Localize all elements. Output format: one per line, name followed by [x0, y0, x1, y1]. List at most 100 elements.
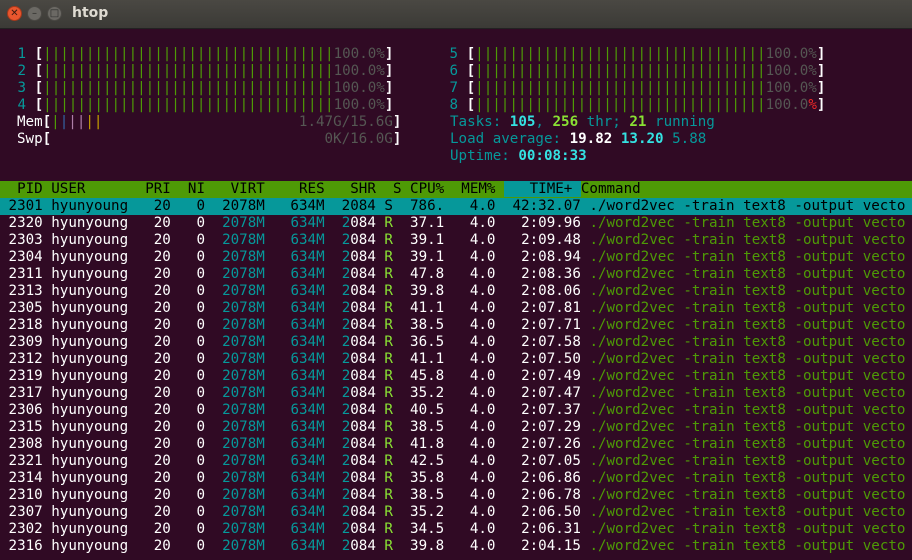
process-row[interactable]: 2316 hyunyoung 20 0 2078M 634M 2084 R 39…: [0, 538, 912, 555]
process-mem: 4.0: [452, 402, 505, 418]
cpu-id: 5: [441, 46, 467, 62]
process-row[interactable]: 2311 hyunyoung 20 0 2078M 634M 2084 R 47…: [0, 266, 912, 283]
cpu-bar: ||||||||||||||||||||||||||||||||||: [475, 63, 766, 79]
process-table-header[interactable]: PID USER PRI NI VIRT RES SHR S CPU% MEM%…: [0, 181, 912, 198]
process-nice: 0: [179, 487, 214, 503]
process-state: R: [384, 538, 402, 554]
cpu-meter-4: 4 [||||||||||||||||||||||||||||||||||100…: [9, 97, 394, 113]
process-time: 2:04.15: [504, 538, 590, 554]
process-state: R: [384, 317, 402, 333]
process-mem: 4.0: [452, 385, 505, 401]
process-pid: 2310: [0, 487, 52, 503]
process-command: ./word2vec -train text8 -output vecto: [589, 487, 906, 503]
process-row[interactable]: 2318 hyunyoung 20 0 2078M 634M 2084 R 38…: [0, 317, 912, 334]
process-user: hyunyoung: [51, 215, 137, 231]
process-row[interactable]: 2319 hyunyoung 20 0 2078M 634M 2084 R 45…: [0, 368, 912, 385]
cpu-bar: ||||||||||||||||||||||||||||||||||: [475, 80, 766, 96]
process-nice: 0: [179, 368, 214, 384]
column-pid[interactable]: PID: [0, 181, 51, 197]
window-titlebar[interactable]: ✕ – □ htop: [0, 0, 912, 29]
uptime-line: Uptime: 00:08:33: [450, 148, 587, 165]
process-row[interactable]: 2305 hyunyoung 20 0 2078M 634M 2084 R 41…: [0, 300, 912, 317]
process-mem: 4.0: [452, 436, 505, 452]
process-res: 634M: [273, 453, 334, 469]
process-time: 2:07.81: [504, 300, 590, 316]
mem-value: 1.47G/15.6G: [298, 114, 393, 130]
process-cpu: 40.5: [401, 402, 453, 418]
process-row[interactable]: 2308 hyunyoung 20 0 2078M 634M 2084 R 41…: [0, 436, 912, 453]
cpu-meter-6: 6 [||||||||||||||||||||||||||||||||||100…: [441, 63, 826, 79]
column-virt[interactable]: VIRT: [214, 181, 274, 197]
column-shr[interactable]: SHR: [333, 181, 384, 197]
process-command: ./word2vec -train text8 -output vecto: [589, 538, 906, 554]
cpu-percent: 100.0%: [333, 63, 385, 79]
process-shr: 2084: [333, 215, 385, 231]
process-res: 634M: [273, 487, 334, 503]
process-res: 634M: [273, 249, 334, 265]
column-time[interactable]: TIME+: [504, 181, 581, 197]
process-nice: 0: [179, 538, 214, 554]
process-row[interactable]: 2309 hyunyoung 20 0 2078M 634M 2084 R 36…: [0, 334, 912, 351]
process-cpu: 36.5: [401, 334, 453, 350]
process-mem: 4.0: [452, 266, 505, 282]
process-virt: 2078M: [213, 385, 274, 401]
process-row[interactable]: 2301 hyunyoung 20 0 2078M 634M 2084 S 78…: [0, 198, 912, 215]
process-nice: 0: [179, 521, 214, 537]
cpu-id: 1: [9, 46, 35, 62]
process-user: hyunyoung: [51, 368, 137, 384]
process-pid: 2309: [0, 334, 52, 350]
process-state: R: [384, 419, 402, 435]
column-cpu[interactable]: CPU%: [402, 181, 453, 197]
process-row[interactable]: 2306 hyunyoung 20 0 2078M 634M 2084 R 40…: [0, 402, 912, 419]
process-command: ./word2vec -train text8 -output vecto: [589, 385, 906, 401]
process-row[interactable]: 2313 hyunyoung 20 0 2078M 634M 2084 R 39…: [0, 283, 912, 300]
process-priority: 20: [136, 436, 180, 452]
process-command: ./word2vec -train text8 -output vecto: [589, 368, 906, 384]
process-row[interactable]: 2320 hyunyoung 20 0 2078M 634M 2084 R 37…: [0, 215, 912, 232]
process-time: 2:08.36: [504, 266, 590, 282]
column-command[interactable]: Command: [581, 181, 641, 197]
column-ni[interactable]: NI: [179, 181, 213, 197]
process-row[interactable]: 2304 hyunyoung 20 0 2078M 634M 2084 R 39…: [0, 249, 912, 266]
process-row[interactable]: 2302 hyunyoung 20 0 2078M 634M 2084 R 34…: [0, 521, 912, 538]
process-user: hyunyoung: [51, 300, 137, 316]
process-pid: 2307: [0, 504, 52, 520]
process-res: 634M: [273, 402, 334, 418]
column-mem[interactable]: MEM%: [453, 181, 504, 197]
process-cpu: 38.5: [401, 419, 453, 435]
process-user: hyunyoung: [51, 436, 137, 452]
process-user: hyunyoung: [51, 283, 137, 299]
process-row[interactable]: 2314 hyunyoung 20 0 2078M 634M 2084 R 35…: [0, 470, 912, 487]
process-nice: 0: [179, 300, 214, 316]
process-mem: 4.0: [452, 334, 505, 350]
process-priority: 20: [136, 385, 180, 401]
process-row[interactable]: 2303 hyunyoung 20 0 2078M 634M 2084 R 39…: [0, 232, 912, 249]
column-user[interactable]: USER: [51, 181, 136, 197]
swap-meter: Swp[ 0K/16.0G]: [17, 131, 402, 147]
column-res[interactable]: RES: [273, 181, 333, 197]
process-row[interactable]: 2312 hyunyoung 20 0 2078M 634M 2084 R 41…: [0, 351, 912, 368]
close-icon[interactable]: ✕: [7, 6, 22, 21]
process-row[interactable]: 2321 hyunyoung 20 0 2078M 634M 2084 R 42…: [0, 453, 912, 470]
maximize-icon[interactable]: □: [47, 6, 62, 21]
terminal-area[interactable]: 1 [||||||||||||||||||||||||||||||||||100…: [0, 28, 912, 560]
process-state: R: [384, 300, 402, 316]
process-shr: 2084: [333, 436, 385, 452]
process-command: ./word2vec -train text8 -output vecto: [589, 521, 906, 537]
mem-label: Mem: [17, 114, 43, 130]
process-row[interactable]: 2315 hyunyoung 20 0 2078M 634M 2084 R 38…: [0, 419, 912, 436]
process-nice: 0: [179, 249, 214, 265]
process-priority: 20: [136, 470, 180, 486]
process-row[interactable]: 2307 hyunyoung 20 0 2078M 634M 2084 R 35…: [0, 504, 912, 521]
column-pri[interactable]: PRI: [137, 181, 180, 197]
process-cpu: 35.2: [401, 504, 453, 520]
column-s[interactable]: S: [384, 181, 402, 197]
process-time: 2:06.78: [504, 487, 590, 503]
process-row[interactable]: 2310 hyunyoung 20 0 2078M 634M 2084 R 38…: [0, 487, 912, 504]
minimize-icon[interactable]: –: [27, 6, 42, 21]
process-mem: 4.0: [452, 317, 505, 333]
cpu-percent: 100.0: [765, 97, 809, 113]
process-cpu: 39.8: [401, 283, 453, 299]
process-row[interactable]: 2317 hyunyoung 20 0 2078M 634M 2084 R 35…: [0, 385, 912, 402]
process-command: ./word2vec -train text8 -output vecto: [589, 249, 906, 265]
